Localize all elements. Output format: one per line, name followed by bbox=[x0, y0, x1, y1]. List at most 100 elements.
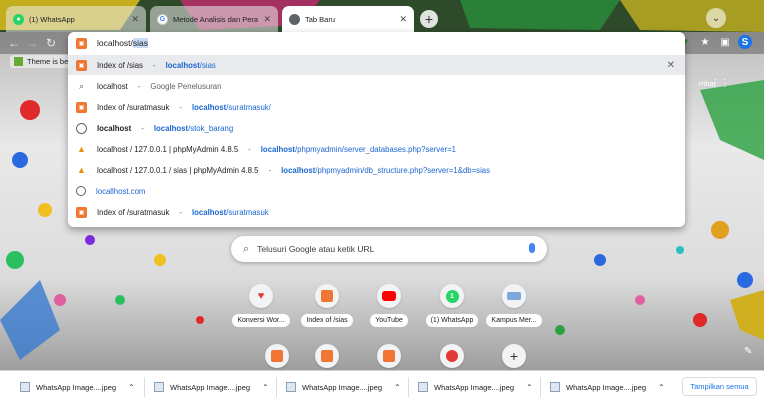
doc-icon bbox=[76, 122, 87, 134]
tab-new-tab[interactable]: Tab Baru ✕ bbox=[282, 6, 414, 32]
tab-title: (1) WhatsApp bbox=[29, 14, 75, 24]
shortcut-konversi[interactable]: ♥ Konversi Wor... bbox=[232, 280, 290, 336]
avatar[interactable]: S bbox=[738, 35, 752, 49]
shortcut-xampp-2[interactable] bbox=[299, 340, 355, 368]
omnibox-dropdown: ▣ localhost/sias ▣ Index of /sias - loca… bbox=[68, 32, 685, 227]
shortcut-wifi[interactable] bbox=[424, 340, 480, 368]
window-icon[interactable]: ▣ bbox=[718, 35, 732, 49]
suggestion-title: localhost bbox=[97, 123, 132, 133]
suggestion-title: localhost / 127.0.0.1 | phpMyAdmin 4.8.5 bbox=[97, 144, 239, 154]
search-placeholder: Telusuri Google atau ketik URL bbox=[257, 244, 375, 254]
chevron-up-icon[interactable]: ⌃ bbox=[658, 383, 665, 392]
extension-icons: ♥ ★ ▣ S bbox=[678, 35, 752, 49]
tab-strip: ● (1) WhatsApp ✕ G Metode Analisis dan P… bbox=[0, 0, 764, 32]
shortcut-xampp-3[interactable] bbox=[361, 340, 417, 368]
suggestion-item[interactable]: localhost - localhost/stok_barang bbox=[68, 118, 685, 138]
download-bar: WhatsApp Image....jpeg ⌃ WhatsApp Image.… bbox=[0, 370, 764, 401]
suggestion-title: localhost / 127.0.0.1 / sias | phpMyAdmi… bbox=[97, 165, 259, 175]
download-item[interactable]: WhatsApp Image....jpeg ⌃ bbox=[550, 378, 665, 396]
close-icon[interactable]: ✕ bbox=[263, 14, 271, 25]
wifi-icon bbox=[446, 350, 458, 362]
shortcut-kampus[interactable]: Kampus Mer... bbox=[486, 280, 542, 336]
tab-whatsapp[interactable]: ● (1) WhatsApp ✕ bbox=[6, 6, 146, 32]
suggestion-subtitle: Google Penelusuran bbox=[150, 81, 222, 91]
suggestion-url-host: localhost bbox=[153, 123, 189, 133]
download-filename: WhatsApp Image....jpeg bbox=[566, 382, 647, 392]
download-item[interactable]: WhatsApp Image....jpeg ⌃ bbox=[286, 378, 401, 396]
close-icon[interactable]: ✕ bbox=[131, 14, 139, 25]
suggestion-url-host: localhost bbox=[260, 144, 295, 154]
ntp-search-box[interactable]: ⌕ Telusuri Google atau ketik URL bbox=[231, 236, 547, 262]
address-bar[interactable]: ▣ localhost/sias bbox=[68, 32, 685, 54]
chevron-up-icon[interactable]: ⌃ bbox=[128, 383, 135, 392]
shortcut-xampp-1[interactable] bbox=[249, 340, 305, 368]
heart-icon: ♥ bbox=[257, 290, 265, 302]
suggestion-url-path: /phpmyadmin/server_databases.php?server=… bbox=[295, 144, 457, 154]
suggestion-url-host: localhost bbox=[165, 60, 200, 70]
google-icon: G bbox=[157, 13, 168, 25]
bookmark-label: Theme is be bbox=[27, 57, 69, 66]
puzzle-icon[interactable]: ★ bbox=[698, 35, 712, 49]
apps-grid-icon[interactable]: ⋮⋮ bbox=[710, 78, 730, 90]
xampp-icon: ▣ bbox=[76, 37, 87, 49]
forward-icon[interactable]: → bbox=[26, 36, 38, 50]
bookmark-item[interactable]: Theme is be bbox=[10, 55, 73, 68]
suggestion-url-host: localhost bbox=[281, 165, 316, 175]
xampp-icon bbox=[271, 350, 283, 362]
suggestion-item[interactable]: locallhost.com bbox=[68, 181, 685, 201]
search-icon: ⌕ bbox=[78, 80, 85, 91]
suggestion-item[interactable]: ⌕ localhost - Google Penelusuran bbox=[68, 76, 685, 96]
suggestion-item[interactable]: ▲ localhost / 127.0.0.1 | phpMyAdmin 4.8… bbox=[68, 139, 685, 159]
remove-suggestion-icon[interactable]: ✕ bbox=[667, 60, 675, 71]
suggestion-item[interactable]: ▲ localhost / 127.0.0.1 / sias | phpMyAd… bbox=[68, 160, 685, 180]
suggestion-item[interactable]: ▣ Index of /suratmasuk - localhost/surat… bbox=[68, 97, 685, 117]
show-all-button[interactable]: Tampilkan semua bbox=[682, 377, 757, 396]
xampp-icon: ▣ bbox=[76, 206, 87, 218]
xampp-icon bbox=[321, 350, 333, 362]
divider bbox=[144, 377, 145, 397]
suggestion-separator: - bbox=[268, 165, 272, 175]
profile-menu-icon[interactable]: ⌄ bbox=[706, 8, 726, 28]
shortcut-whatsapp[interactable]: 1 (1) WhatsApp bbox=[424, 280, 480, 336]
xampp-icon bbox=[321, 290, 333, 302]
image-file-icon bbox=[418, 382, 428, 392]
chevron-up-icon[interactable]: ⌃ bbox=[526, 383, 533, 392]
shortcut-label: Kampus Mer... bbox=[486, 314, 542, 327]
download-item[interactable]: WhatsApp Image....jpeg ⌃ bbox=[154, 378, 269, 396]
image-file-icon bbox=[20, 382, 30, 392]
microphone-icon[interactable] bbox=[529, 243, 535, 253]
customize-pencil-icon[interactable]: ✎ bbox=[744, 346, 752, 357]
download-filename: WhatsApp Image....jpeg bbox=[36, 382, 117, 392]
add-shortcut-button[interactable]: + bbox=[486, 340, 542, 368]
chevron-up-icon[interactable]: ⌃ bbox=[262, 383, 269, 392]
shortcut-label: Index of /sias bbox=[301, 314, 353, 327]
suggestion-url-path: /suratmasuk bbox=[226, 207, 269, 217]
download-filename: WhatsApp Image....jpeg bbox=[434, 382, 515, 392]
close-icon[interactable]: ✕ bbox=[399, 14, 407, 25]
suggestion-separator: - bbox=[141, 123, 144, 133]
divider bbox=[276, 377, 277, 397]
shortcut-index-sias[interactable]: Index of /sias bbox=[299, 280, 355, 336]
suggestion-item[interactable]: ▣ Index of /suratmasuk - localhost/surat… bbox=[68, 202, 685, 222]
download-item[interactable]: WhatsApp Image....jpeg ⌃ bbox=[20, 378, 135, 396]
add-icon: + bbox=[509, 348, 519, 364]
whatsapp-icon: ● bbox=[13, 13, 24, 25]
suggestion-item[interactable]: ▣ Index of /sias - localhost/sias ✕ bbox=[68, 55, 685, 75]
back-icon[interactable]: ← bbox=[8, 36, 20, 50]
chevron-up-icon[interactable]: ⌃ bbox=[394, 383, 401, 392]
chrome-icon bbox=[289, 13, 300, 25]
reload-icon[interactable]: ↻ bbox=[46, 36, 56, 50]
suggestion-url-host: localhost bbox=[191, 102, 227, 112]
suggestion-url-host: localhost bbox=[191, 207, 227, 217]
download-item[interactable]: WhatsApp Image....jpeg ⌃ bbox=[418, 378, 533, 396]
xampp-icon bbox=[383, 350, 395, 362]
tab-metode[interactable]: G Metode Analisis dan Perancang... ✕ bbox=[150, 6, 278, 32]
suggestion-title: Index of /suratmasuk bbox=[97, 207, 170, 217]
suggestion-url-path: /sias bbox=[199, 60, 216, 70]
youtube-icon bbox=[382, 291, 396, 301]
shortcut-youtube[interactable]: YouTube bbox=[361, 280, 417, 336]
search-icon: ⌕ bbox=[243, 242, 250, 255]
new-tab-button[interactable]: + bbox=[420, 10, 438, 28]
shortcut-label: YouTube bbox=[370, 314, 408, 327]
address-input[interactable]: localhost/sias bbox=[97, 38, 149, 48]
